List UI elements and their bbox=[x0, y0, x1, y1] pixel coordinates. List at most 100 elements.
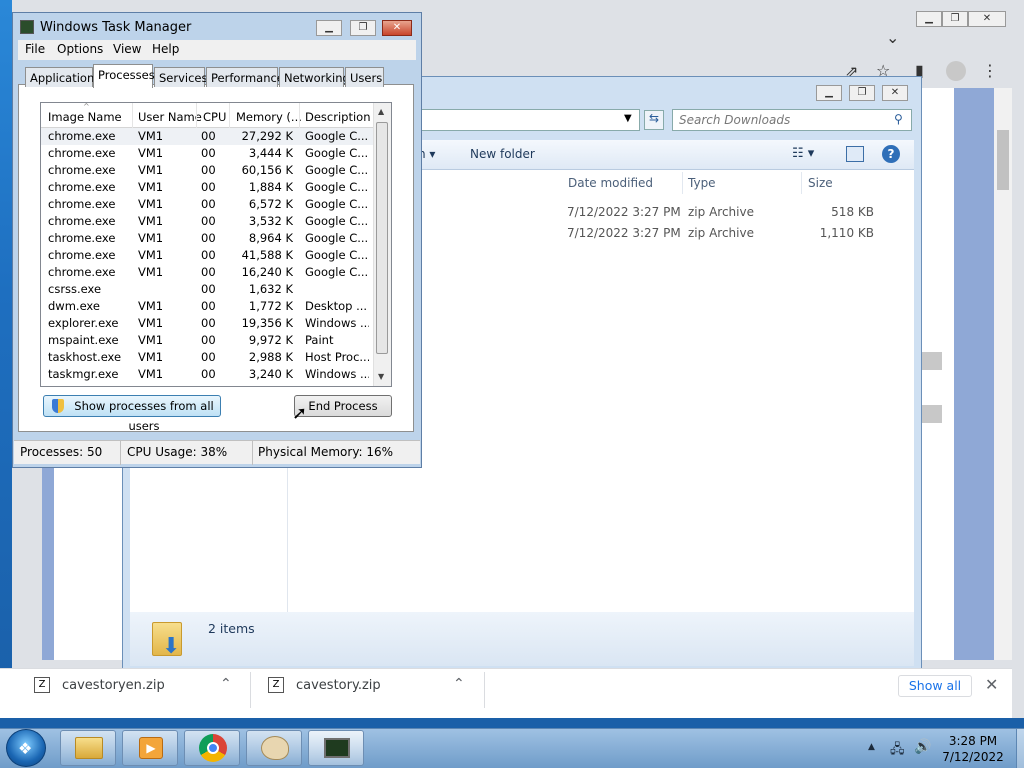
process-row[interactable]: chrome.exe VM1 00 8,964 K Google C... bbox=[41, 230, 373, 247]
explorer-close-button[interactable]: ✕ bbox=[882, 85, 908, 101]
task-manager-icon bbox=[20, 20, 34, 34]
tm-minimize-button[interactable]: ▁ bbox=[316, 20, 342, 36]
process-list-header: Image Name ^ User Name CPU Memory (... D… bbox=[41, 102, 373, 128]
chrome-scrollbar-thumb[interactable] bbox=[997, 130, 1009, 190]
column-header-memory[interactable]: Memory (... bbox=[236, 110, 302, 124]
preview-pane-icon[interactable] bbox=[846, 146, 864, 162]
chrome-maximize-button[interactable]: ❐ bbox=[942, 11, 968, 27]
column-header-size[interactable]: Size bbox=[808, 176, 833, 190]
show-all-button[interactable]: Show all bbox=[898, 675, 972, 697]
status-memory: Physical Memory: 16% bbox=[258, 445, 394, 459]
process-description: Google C... bbox=[305, 180, 369, 194]
column-header-cpu[interactable]: CPU bbox=[203, 110, 226, 124]
media-player-icon: ▶ bbox=[139, 737, 163, 759]
process-description: Google C... bbox=[305, 231, 369, 245]
process-row[interactable]: explorer.exe VM1 00 19,356 K Windows ... bbox=[41, 315, 373, 332]
address-dropdown-icon[interactable]: ▼ bbox=[624, 113, 632, 124]
chrome-close-button[interactable]: ✕ bbox=[968, 11, 1006, 27]
process-memory: 3,240 K bbox=[248, 367, 293, 381]
tab-applications[interactable]: Applications bbox=[25, 67, 100, 87]
download-item-name[interactable]: cavestoryen.zip bbox=[62, 678, 165, 693]
process-memory: 1,772 K bbox=[248, 299, 293, 313]
start-button[interactable]: ❖ bbox=[6, 729, 46, 767]
process-memory: 3,444 K bbox=[248, 146, 293, 160]
taskbar-task-manager-button[interactable] bbox=[308, 730, 364, 766]
column-header-description[interactable]: Description bbox=[305, 110, 371, 124]
shelf-divider bbox=[484, 672, 485, 708]
column-header-date[interactable]: Date modified bbox=[568, 176, 653, 190]
downloads-folder-icon: ⬇ bbox=[150, 618, 184, 660]
show-hidden-icons[interactable]: ▲ bbox=[868, 742, 875, 752]
process-row[interactable]: chrome.exe VM1 00 60,156 K Google C... bbox=[41, 162, 373, 179]
refresh-icon[interactable]: ⇆ bbox=[644, 110, 664, 130]
process-row[interactable]: chrome.exe VM1 00 27,292 K Google C... bbox=[41, 128, 373, 145]
help-icon[interactable]: ? bbox=[882, 145, 900, 163]
network-icon[interactable]: 🖧 bbox=[890, 740, 905, 762]
uac-shield-icon bbox=[52, 399, 64, 413]
process-description: Google C... bbox=[305, 265, 369, 279]
search-icon[interactable]: ⚲ bbox=[894, 112, 903, 126]
menu-options[interactable]: Options bbox=[57, 42, 103, 56]
close-icon[interactable]: ✕ bbox=[985, 675, 998, 694]
menu-help[interactable]: Help bbox=[152, 42, 179, 56]
column-header-user-name[interactable]: User Name bbox=[138, 110, 202, 124]
search-input[interactable]: Search Downloads bbox=[672, 109, 912, 131]
process-row[interactable]: taskhost.exe VM1 00 2,988 K Host Proc... bbox=[41, 349, 373, 366]
show-all-users-button[interactable]: Show processes from all users bbox=[43, 395, 221, 433]
process-row[interactable]: chrome.exe VM1 00 41,588 K Google C... bbox=[41, 247, 373, 264]
header-divider bbox=[196, 103, 197, 128]
explorer-minimize-button[interactable]: ▁ bbox=[816, 85, 842, 101]
download-item-name[interactable]: cavestory.zip bbox=[296, 678, 381, 693]
menu-file[interactable]: File bbox=[25, 42, 45, 56]
column-header-image-name[interactable]: Image Name bbox=[48, 110, 122, 124]
process-user: VM1 bbox=[138, 333, 164, 347]
profile-avatar-icon[interactable] bbox=[946, 61, 966, 81]
process-row[interactable]: taskmgr.exe VM1 00 3,240 K Windows ... bbox=[41, 366, 373, 383]
task-manager-icon bbox=[324, 738, 350, 758]
explorer-maximize-button[interactable]: ❐ bbox=[849, 85, 875, 101]
tab-processes[interactable]: Processes bbox=[93, 64, 155, 88]
process-name: chrome.exe bbox=[48, 197, 116, 211]
chevron-up-icon[interactable]: ⌃ bbox=[453, 676, 465, 692]
process-row[interactable]: dwm.exe VM1 00 1,772 K Desktop ... bbox=[41, 298, 373, 315]
process-row[interactable]: csrss.exe 00 1,632 K bbox=[41, 281, 373, 298]
process-row[interactable]: chrome.exe VM1 00 6,572 K Google C... bbox=[41, 196, 373, 213]
chevron-up-icon[interactable]: ⌃ bbox=[220, 676, 232, 692]
taskbar-explorer-button[interactable] bbox=[60, 730, 116, 766]
tab-users[interactable]: Users bbox=[345, 67, 384, 87]
taskbar-chrome-button[interactable] bbox=[184, 730, 240, 766]
new-folder-button[interactable]: New folder bbox=[470, 147, 535, 161]
process-description: Google C... bbox=[305, 163, 369, 177]
end-process-button[interactable]: End Process bbox=[294, 395, 392, 417]
taskbar-media-player-button[interactable]: ▶ bbox=[122, 730, 178, 766]
process-row[interactable]: chrome.exe VM1 00 3,532 K Google C... bbox=[41, 213, 373, 230]
process-row[interactable]: chrome.exe VM1 00 16,240 K Google C... bbox=[41, 264, 373, 281]
process-user: VM1 bbox=[138, 367, 164, 381]
volume-icon[interactable]: 🔊 bbox=[914, 739, 931, 755]
tab-performance[interactable]: Performance bbox=[206, 67, 284, 87]
system-clock[interactable]: 3:28 PM 7/12/2022 bbox=[930, 733, 1016, 765]
taskbar-paint-button[interactable] bbox=[246, 730, 302, 766]
menu-view[interactable]: View bbox=[113, 42, 141, 56]
header-divider bbox=[299, 103, 300, 128]
show-desktop-button[interactable] bbox=[1016, 729, 1024, 768]
column-header-type[interactable]: Type bbox=[688, 176, 716, 190]
process-row[interactable]: chrome.exe VM1 00 3,444 K Google C... bbox=[41, 145, 373, 162]
tm-close-button[interactable]: ✕ bbox=[382, 20, 412, 36]
process-user: VM1 bbox=[138, 248, 164, 262]
process-memory: 19,356 K bbox=[241, 316, 293, 330]
tm-maximize-button[interactable]: ❐ bbox=[350, 20, 376, 36]
process-row[interactable]: mspaint.exe VM1 00 9,972 K Paint bbox=[41, 332, 373, 349]
scroll-up-icon[interactable]: ▲ bbox=[378, 107, 384, 116]
process-description: Google C... bbox=[305, 214, 369, 228]
scroll-down-icon[interactable]: ▼ bbox=[378, 372, 384, 381]
tab-services[interactable]: Services bbox=[154, 67, 208, 87]
more-menu-icon[interactable]: ⋮ bbox=[982, 61, 998, 80]
view-options-icon[interactable]: ☷ ▾ bbox=[792, 146, 814, 161]
scrollbar-thumb[interactable] bbox=[376, 122, 388, 354]
chrome-minimize-button[interactable]: ▁ bbox=[916, 11, 942, 27]
process-row[interactable]: chrome.exe VM1 00 1,884 K Google C... bbox=[41, 179, 373, 196]
paint-palette-icon bbox=[261, 736, 289, 760]
tab-networking[interactable]: Networking bbox=[279, 67, 350, 87]
chevron-down-icon[interactable]: ⌄ bbox=[886, 28, 899, 47]
